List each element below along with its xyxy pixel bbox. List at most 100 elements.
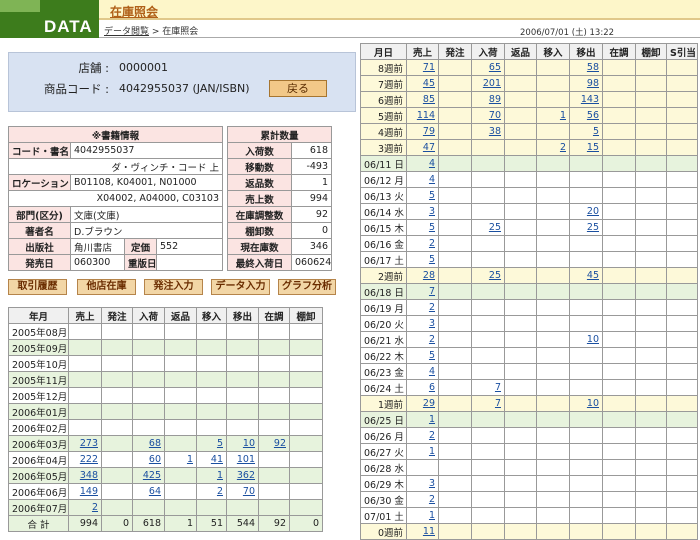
daily-value-link[interactable]: 3 (429, 318, 435, 329)
daily-cell (438, 507, 472, 524)
daily-cell: 65 (471, 59, 505, 76)
monthly-value-link[interactable]: 64 (149, 486, 161, 497)
daily-value-link[interactable]: 5 (429, 350, 435, 361)
daily-value-link[interactable]: 2 (429, 334, 435, 345)
daily-cell (602, 251, 636, 268)
daily-value-link[interactable]: 89 (489, 94, 501, 105)
daily-cell (504, 171, 537, 188)
monthly-value-link[interactable]: 425 (143, 470, 161, 481)
daily-value-link[interactable]: 10 (587, 398, 599, 409)
daily-value-link[interactable]: 4 (429, 366, 435, 377)
totals-label: 現在庫数 (227, 238, 292, 255)
daily-label: 06/19 月 (360, 299, 407, 316)
breadcrumb-data-link[interactable]: データ閲覧 (104, 27, 149, 37)
daily-value-link[interactable]: 25 (489, 222, 501, 233)
daily-value-link[interactable]: 1 (429, 414, 435, 425)
daily-value-link[interactable]: 79 (423, 126, 435, 137)
daily-cell (536, 251, 570, 268)
daily-value-link[interactable]: 10 (587, 334, 599, 345)
daily-value-link[interactable]: 3 (429, 478, 435, 489)
monthly-value-link[interactable]: 68 (149, 438, 161, 449)
daily-value-link[interactable]: 1 (429, 446, 435, 457)
monthly-value-link[interactable]: 1 (187, 454, 193, 465)
daily-value-link[interactable]: 114 (417, 110, 435, 121)
monthly-value-link[interactable]: 41 (211, 454, 223, 465)
daily-cell (602, 235, 636, 252)
daily-value-link[interactable]: 47 (423, 142, 435, 153)
daily-value-link[interactable]: 58 (587, 62, 599, 73)
daily-value-link[interactable]: 70 (489, 110, 501, 121)
monthly-value-link[interactable]: 2 (217, 486, 223, 497)
daily-value-link[interactable]: 6 (429, 382, 435, 393)
monthly-row: 2005年12月 (8, 387, 323, 404)
daily-value-link[interactable]: 25 (587, 222, 599, 233)
monthly-value-link[interactable]: 70 (243, 486, 255, 497)
monthly-value-link[interactable]: 10 (243, 438, 255, 449)
daily-value-link[interactable]: 4 (429, 158, 435, 169)
daily-value-link[interactable]: 5 (429, 190, 435, 201)
monthly-value-link[interactable]: 222 (80, 454, 98, 465)
daily-cell (438, 299, 472, 316)
daily-cell (635, 171, 667, 188)
daily-value-link[interactable]: 1 (429, 510, 435, 521)
daily-value-link[interactable]: 2 (429, 238, 435, 249)
daily-value-link[interactable]: 25 (489, 270, 501, 281)
action-button-4[interactable]: データ入力 (211, 279, 270, 295)
daily-value-link[interactable]: 2 (429, 494, 435, 505)
daily-value-link[interactable]: 71 (423, 62, 435, 73)
daily-value-link[interactable]: 29 (423, 398, 435, 409)
monthly-value-link[interactable]: 101 (237, 454, 255, 465)
location-line1: B01108, K04001, N01000 (70, 174, 223, 191)
monthly-value-link[interactable]: 5 (217, 438, 223, 449)
action-button-1[interactable]: 取引履歴 (8, 279, 67, 295)
daily-cell (635, 155, 667, 172)
author-label: 著者名 (8, 222, 71, 239)
daily-value-link[interactable]: 7 (429, 286, 435, 297)
daily-value-link[interactable]: 7 (495, 398, 501, 409)
daily-value-link[interactable]: 201 (483, 78, 501, 89)
monthly-value-link[interactable]: 273 (80, 438, 98, 449)
daily-value-link[interactable]: 4 (429, 174, 435, 185)
monthly-cell (258, 355, 290, 372)
monthly-cell (164, 483, 197, 500)
daily-value-link[interactable]: 38 (489, 126, 501, 137)
daily-label: 06/16 金 (360, 235, 407, 252)
daily-cell (504, 187, 537, 204)
daily-value-link[interactable]: 1 (560, 110, 566, 121)
daily-value-link[interactable]: 5 (429, 222, 435, 233)
daily-value-link[interactable]: 45 (587, 270, 599, 281)
monthly-value-link[interactable]: 1 (217, 470, 223, 481)
back-button[interactable]: 戻る (269, 80, 327, 97)
monthly-value-link[interactable]: 362 (237, 470, 255, 481)
action-button-2[interactable]: 他店在庫 (77, 279, 136, 295)
daily-value-link[interactable]: 5 (593, 126, 599, 137)
daily-value-link[interactable]: 5 (429, 254, 435, 265)
daily-value-link[interactable]: 56 (587, 110, 599, 121)
monthly-cell (164, 355, 197, 372)
daily-value-link[interactable]: 20 (587, 206, 599, 217)
monthly-value-link[interactable]: 149 (80, 486, 98, 497)
daily-value-link[interactable]: 15 (587, 142, 599, 153)
monthly-value-link[interactable]: 348 (80, 470, 98, 481)
monthly-value-link[interactable]: 92 (274, 438, 286, 449)
daily-cell (504, 347, 537, 364)
daily-value-link[interactable]: 2 (560, 142, 566, 153)
monthly-value-link[interactable]: 2 (92, 502, 98, 513)
daily-value-link[interactable]: 65 (489, 62, 501, 73)
daily-value-link[interactable]: 7 (495, 382, 501, 393)
action-button-3[interactable]: 発注入力 (144, 279, 203, 295)
daily-cell (536, 187, 570, 204)
daily-value-link[interactable]: 28 (423, 270, 435, 281)
daily-value-link[interactable]: 45 (423, 78, 435, 89)
daily-value-link[interactable]: 85 (423, 94, 435, 105)
daily-cell (635, 219, 667, 236)
daily-value-link[interactable]: 143 (581, 94, 599, 105)
daily-value-link[interactable]: 3 (429, 206, 435, 217)
daily-value-link[interactable]: 2 (429, 430, 435, 441)
action-button-5[interactable]: グラフ分析 (278, 279, 336, 295)
page-title[interactable]: 在庫照会 (110, 3, 158, 20)
daily-cell (504, 315, 537, 332)
daily-value-link[interactable]: 98 (587, 78, 599, 89)
monthly-value-link[interactable]: 60 (149, 454, 161, 465)
daily-value-link[interactable]: 2 (429, 302, 435, 313)
